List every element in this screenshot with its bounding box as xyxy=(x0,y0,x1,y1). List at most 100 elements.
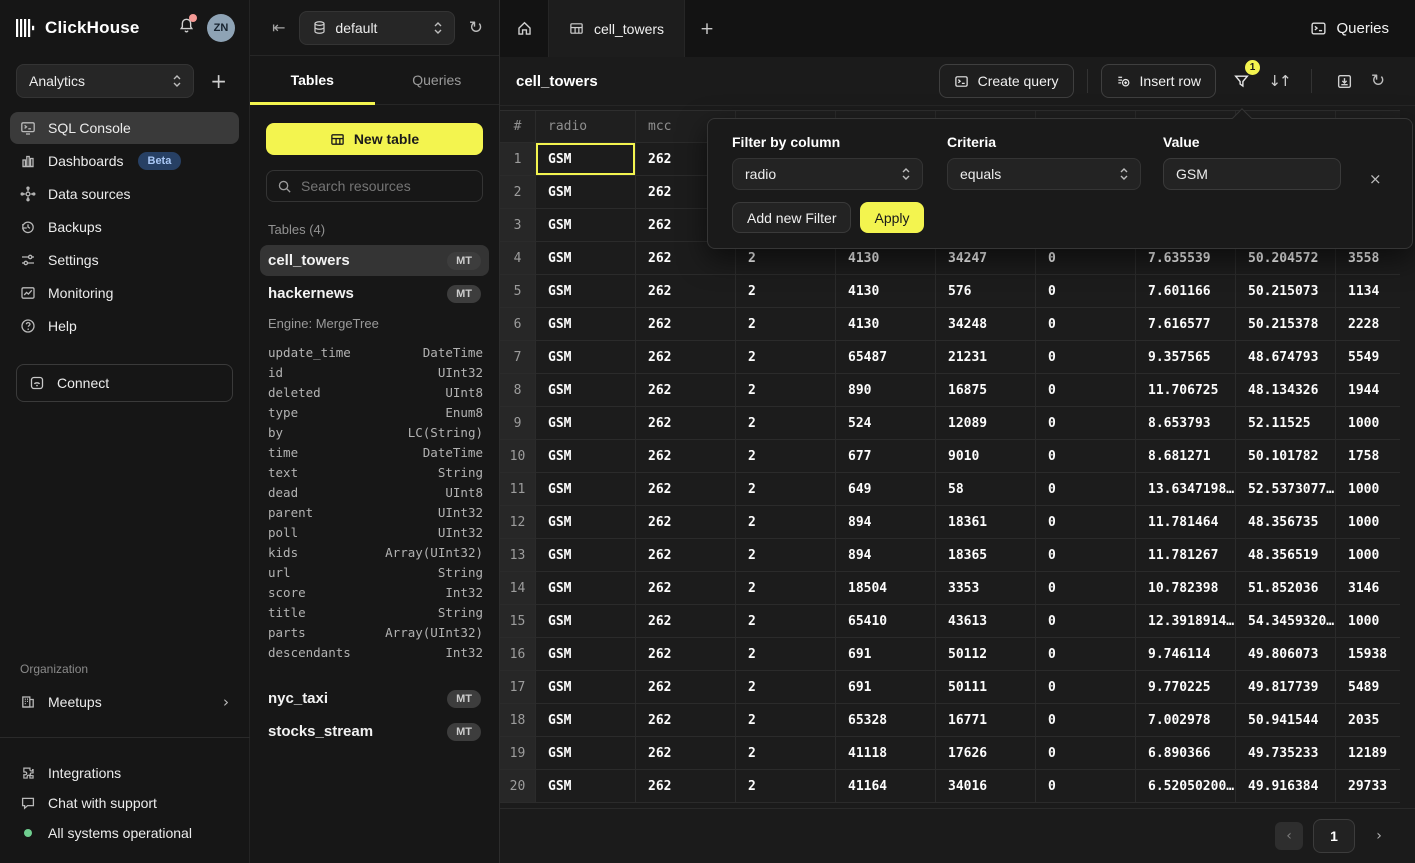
grid-cell[interactable]: 50111 xyxy=(936,671,1036,703)
grid-cell[interactable]: 7.616577 xyxy=(1136,308,1236,340)
workspace-select[interactable]: Analytics xyxy=(16,64,194,98)
grid-cell[interactable]: 11.781267 xyxy=(1136,539,1236,571)
filter-column-select[interactable]: radio xyxy=(732,158,923,190)
grid-cell[interactable]: 262 xyxy=(636,704,736,736)
table-item-nyc-taxi[interactable]: nyc_taxiMT xyxy=(260,683,489,714)
grid-cell[interactable]: 0 xyxy=(1036,341,1136,373)
grid-cell[interactable]: 65410 xyxy=(836,605,936,637)
grid-cell[interactable]: 52.5373077… xyxy=(1236,473,1336,505)
connect-button[interactable]: Connect xyxy=(16,364,233,402)
grid-cell[interactable]: 48.356519 xyxy=(1236,539,1336,571)
grid-cell[interactable]: 677 xyxy=(836,440,936,472)
column-header[interactable]: radio xyxy=(536,111,636,142)
grid-cell[interactable]: 2 xyxy=(736,737,836,769)
add-filter-button[interactable]: Add new Filter xyxy=(732,202,851,233)
grid-cell[interactable]: 524 xyxy=(836,407,936,439)
sidebar-item-settings[interactable]: Settings xyxy=(10,244,239,276)
grid-cell[interactable]: 1000 xyxy=(1336,539,1400,571)
grid-cell[interactable]: 262 xyxy=(636,407,736,439)
grid-cell[interactable]: 0 xyxy=(1036,572,1136,604)
grid-cell[interactable]: 43613 xyxy=(936,605,1036,637)
footer-item-integrations[interactable]: Integrations xyxy=(10,758,239,788)
grid-cell[interactable]: 41118 xyxy=(836,737,936,769)
grid-cell[interactable]: 58 xyxy=(936,473,1036,505)
refresh-button[interactable]: ↻ xyxy=(1363,66,1393,96)
database-select[interactable]: default xyxy=(299,11,454,45)
grid-cell[interactable]: 9.746114 xyxy=(1136,638,1236,670)
grid-cell[interactable]: GSM xyxy=(536,407,636,439)
grid-cell[interactable]: 9.770225 xyxy=(1136,671,1236,703)
grid-cell[interactable]: 262 xyxy=(636,341,736,373)
grid-cell[interactable]: 2 xyxy=(736,473,836,505)
grid-cell[interactable]: 3353 xyxy=(936,572,1036,604)
grid-cell[interactable]: 262 xyxy=(636,572,736,604)
explorer-tab-queries[interactable]: Queries xyxy=(375,56,500,104)
grid-cell[interactable]: GSM xyxy=(536,506,636,538)
current-page-button[interactable]: 1 xyxy=(1313,819,1355,853)
grid-cell[interactable]: GSM xyxy=(536,440,636,472)
grid-cell[interactable]: 6.890366 xyxy=(1136,737,1236,769)
grid-cell[interactable]: 52.11525 xyxy=(1236,407,1336,439)
grid-cell[interactable]: 18365 xyxy=(936,539,1036,571)
grid-cell[interactable]: 0 xyxy=(1036,440,1136,472)
grid-cell[interactable]: 1758 xyxy=(1336,440,1400,472)
grid-cell[interactable]: 49.916384 xyxy=(1236,770,1336,802)
grid-cell[interactable]: 34248 xyxy=(936,308,1036,340)
grid-cell[interactable]: 15938 xyxy=(1336,638,1400,670)
grid-cell[interactable]: 3146 xyxy=(1336,572,1400,604)
grid-cell[interactable]: 54.3459320… xyxy=(1236,605,1336,637)
grid-cell[interactable]: 12189 xyxy=(1336,737,1400,769)
grid-cell[interactable]: 2 xyxy=(736,275,836,307)
grid-cell[interactable]: GSM xyxy=(536,770,636,802)
grid-cell[interactable]: 2035 xyxy=(1336,704,1400,736)
grid-cell[interactable]: GSM xyxy=(536,209,636,241)
grid-cell[interactable]: 2228 xyxy=(1336,308,1400,340)
grid-cell[interactable]: 1000 xyxy=(1336,506,1400,538)
grid-cell[interactable]: 18504 xyxy=(836,572,936,604)
grid-cell[interactable]: 11.781464 xyxy=(1136,506,1236,538)
column-header[interactable]: # xyxy=(500,111,536,142)
grid-cell[interactable]: GSM xyxy=(536,539,636,571)
sidebar-item-dashboards[interactable]: DashboardsBeta xyxy=(10,145,239,177)
grid-cell[interactable]: GSM xyxy=(536,704,636,736)
grid-cell[interactable]: 50.101782 xyxy=(1236,440,1336,472)
next-page-button[interactable]: › xyxy=(1365,822,1393,850)
grid-cell[interactable]: 262 xyxy=(636,473,736,505)
grid-cell[interactable]: 41164 xyxy=(836,770,936,802)
grid-cell[interactable]: 2 xyxy=(736,374,836,406)
sidebar-item-help[interactable]: Help xyxy=(10,310,239,342)
grid-cell[interactable]: 2 xyxy=(736,308,836,340)
grid-cell[interactable]: 1000 xyxy=(1336,605,1400,637)
grid-cell[interactable]: 48.356735 xyxy=(1236,506,1336,538)
grid-cell[interactable]: 2 xyxy=(736,572,836,604)
grid-cell[interactable]: 1944 xyxy=(1336,374,1400,406)
grid-cell[interactable]: GSM xyxy=(536,605,636,637)
tab-cell-towers[interactable]: cell_towers xyxy=(548,0,685,57)
grid-cell[interactable]: GSM xyxy=(536,341,636,373)
grid-cell[interactable]: 262 xyxy=(636,737,736,769)
table-item-cell-towers[interactable]: cell_towersMT xyxy=(260,245,489,276)
collapse-panel-icon[interactable]: ⇤ xyxy=(272,18,285,37)
clickhouse-logo[interactable]: ClickHouse xyxy=(16,18,178,38)
grid-cell[interactable]: 1000 xyxy=(1336,407,1400,439)
grid-cell[interactable]: 50.215073 xyxy=(1236,275,1336,307)
grid-cell[interactable]: 49.806073 xyxy=(1236,638,1336,670)
grid-cell[interactable]: 2 xyxy=(736,704,836,736)
grid-cell[interactable]: 4130 xyxy=(836,275,936,307)
grid-cell[interactable]: 51.852036 xyxy=(1236,572,1336,604)
grid-cell[interactable]: 29733 xyxy=(1336,770,1400,802)
grid-cell[interactable]: 5549 xyxy=(1336,341,1400,373)
grid-cell[interactable]: 48.674793 xyxy=(1236,341,1336,373)
grid-cell[interactable]: 0 xyxy=(1036,539,1136,571)
grid-cell[interactable]: 17626 xyxy=(936,737,1036,769)
table-item-hackernews[interactable]: hackernewsMT xyxy=(260,278,489,309)
grid-cell[interactable]: 576 xyxy=(936,275,1036,307)
avatar[interactable]: ZN xyxy=(207,14,235,42)
table-item-stocks-stream[interactable]: stocks_streamMT xyxy=(260,716,489,747)
grid-cell[interactable]: 262 xyxy=(636,440,736,472)
grid-cell[interactable]: 4130 xyxy=(836,308,936,340)
org-item-meetups[interactable]: Meetups› xyxy=(10,686,239,718)
grid-cell[interactable]: 894 xyxy=(836,506,936,538)
filter-button[interactable]: 1 xyxy=(1226,66,1256,96)
grid-cell[interactable]: GSM xyxy=(536,242,636,274)
